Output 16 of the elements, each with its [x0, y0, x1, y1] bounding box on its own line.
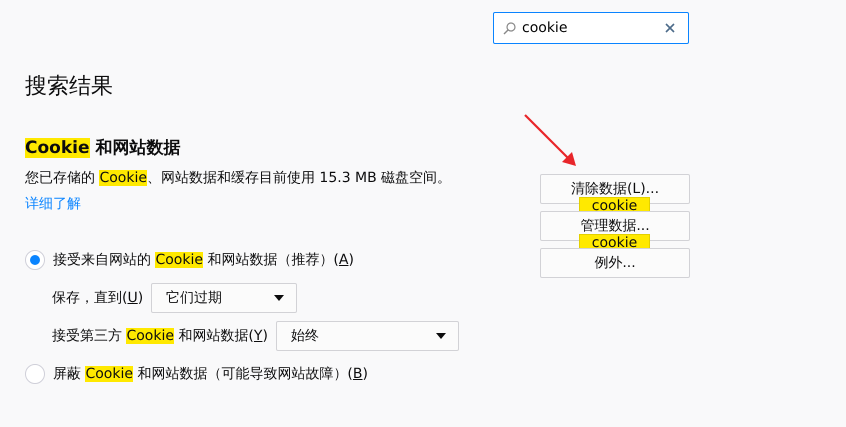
caret-icon	[274, 295, 284, 302]
close-icon[interactable]	[665, 23, 675, 33]
dropdown[interactable]: 始终	[276, 321, 459, 352]
option-label: 保存，直到(U)	[52, 288, 144, 308]
search-field[interactable]: cookie	[493, 12, 689, 44]
radio-button[interactable]	[25, 250, 45, 270]
page-title: 搜索结果	[25, 74, 113, 100]
search-icon	[503, 22, 516, 35]
option-label: 接受来自网站的 Cookie 和网站数据（推荐）(A)	[53, 250, 354, 270]
action-button[interactable]: 例外...	[540, 248, 690, 278]
option-label: 屏蔽 Cookie 和网站数据（可能导致网站故障）(B)	[53, 364, 368, 384]
option-label: 接受第三方 Cookie 和网站数据(Y)	[52, 326, 268, 346]
dropdown[interactable]: 它们过期	[151, 283, 298, 314]
caret-icon	[436, 333, 446, 340]
radio-button[interactable]	[25, 364, 45, 384]
section-heading: Cookie 和网站数据	[25, 138, 182, 158]
